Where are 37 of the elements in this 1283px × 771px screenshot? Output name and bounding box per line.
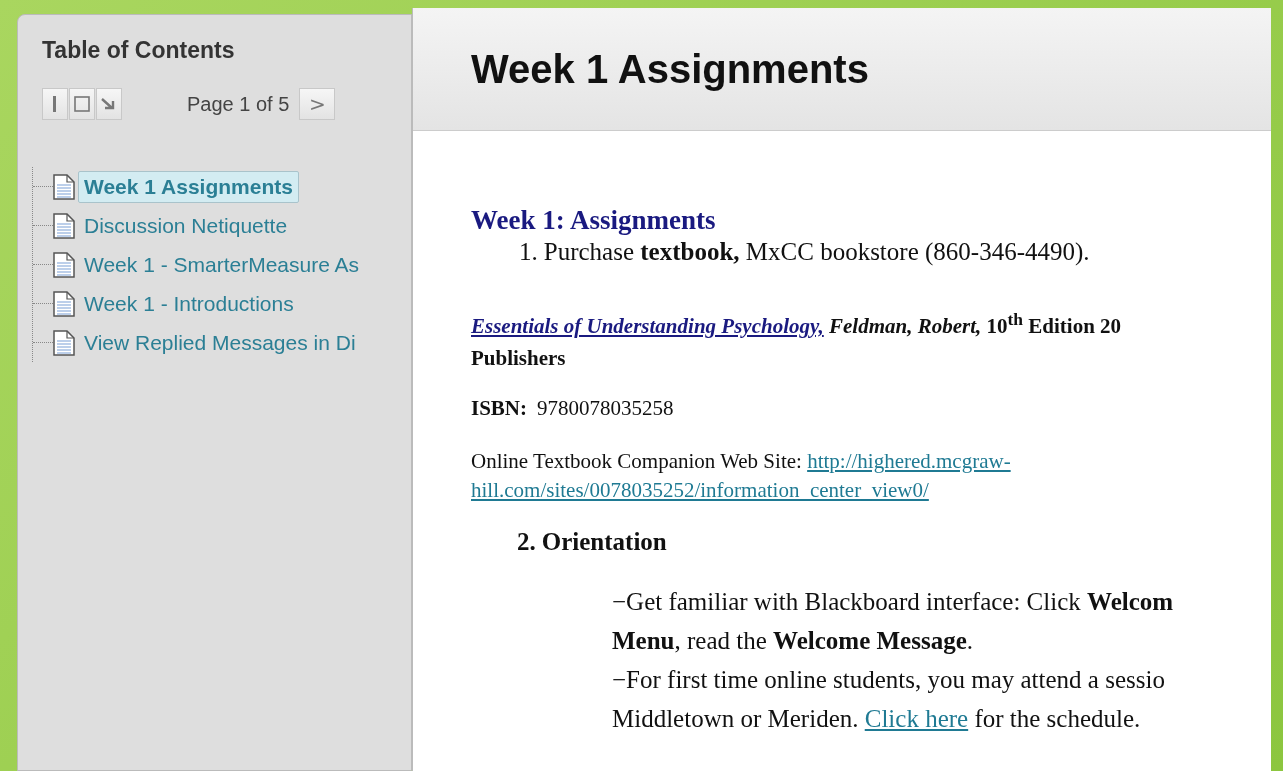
toc-item[interactable]: View Replied Messages in Di <box>78 326 362 359</box>
vertical-bar-icon <box>53 96 57 112</box>
document-icon <box>53 173 75 200</box>
list-number: 2. <box>517 527 536 556</box>
instruction-line: −For first time online students, you may attend a sessio <box>612 664 1166 695</box>
square-icon <box>74 96 90 112</box>
document-icon <box>53 212 75 239</box>
instruction-line: Menu, read the Welcome Message. <box>612 625 974 656</box>
list-item-text: Purchase textbook, MxCC bookstore (860-346-4490). <box>543 238 1090 266</box>
list-number: 1. <box>519 238 538 266</box>
isbn-value: 9780078035258 <box>537 396 674 421</box>
website-link[interactable]: hill.com/sites/0078035252/information_center_view0/ <box>471 478 929 503</box>
toc-item[interactable]: Week 1 Assignments <box>78 170 299 203</box>
website-link[interactable]: http://highered.mcgraw- <box>807 449 1011 473</box>
page-indicator: Page 1 of 5 <box>187 92 290 116</box>
collapse-button[interactable] <box>42 88 68 120</box>
instruction-line: Middletown or Meriden. Click here for the schedule. <box>612 703 1142 734</box>
section-subheading: Orientation <box>541 527 667 556</box>
toc-item[interactable]: Discussion Netiquette <box>78 209 294 242</box>
schedule-link[interactable]: Click here <box>864 704 969 732</box>
section-heading: Week 1: Assignments <box>471 205 717 236</box>
document-icon <box>53 251 75 278</box>
publisher-text: Publishers <box>471 344 567 372</box>
square-button[interactable] <box>69 88 95 120</box>
next-page-button[interactable]: > <box>299 88 336 120</box>
instruction-line: −Get familiar with Blackboard interface: Click Welcom <box>612 586 1175 617</box>
arrow-button[interactable] <box>96 88 122 120</box>
toc-item[interactable]: Week 1 - Introductions <box>78 287 300 320</box>
document-icon <box>53 290 75 317</box>
toc-title: Table of Contents <box>42 37 236 64</box>
book-link[interactable]: Essentials of Understanding Psychology, <box>471 314 824 338</box>
isbn-label: ISBN: <box>471 396 528 421</box>
page-title: Week 1 Assignments <box>471 46 869 92</box>
website-label: Online Textbook Companion Web Site: <box>471 449 802 473</box>
book-citation: Essentials of Understanding Psychology, Feldman, Robert, 10$^{th}$ Edition 20 <box>471 308 1123 340</box>
toc-item[interactable]: Week 1 - SmarterMeasure As <box>78 248 366 281</box>
document-icon <box>53 329 75 356</box>
